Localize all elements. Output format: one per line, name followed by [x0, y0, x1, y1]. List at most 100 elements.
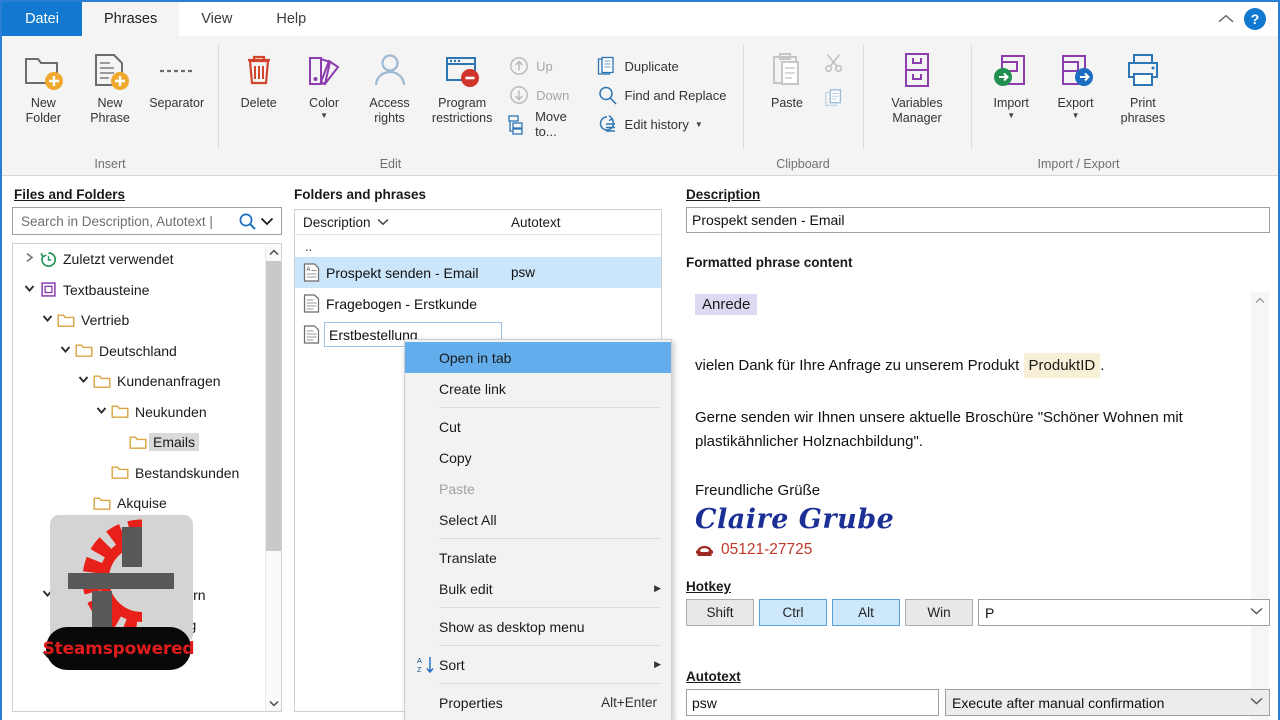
trash-icon — [237, 46, 281, 94]
separator-button[interactable]: Separator — [143, 42, 210, 115]
telephone-icon — [695, 542, 714, 558]
column-header-description[interactable]: Description — [295, 215, 503, 230]
chevron-down-icon[interactable] — [75, 375, 91, 387]
tree-item-textbausteine[interactable]: Textbausteine — [13, 275, 265, 306]
parent-folder-row[interactable]: .. — [295, 235, 661, 257]
tree-scrollbar-thumb[interactable] — [266, 261, 281, 551]
chevron-down-icon[interactable] — [57, 345, 73, 357]
chevron-down-icon[interactable] — [93, 406, 109, 418]
cut-button[interactable] — [817, 48, 851, 78]
chevron-down-icon[interactable] — [1250, 697, 1263, 708]
new-folder-button[interactable]: New Folder — [10, 42, 77, 130]
tree-item-emails[interactable]: Emails — [13, 427, 265, 458]
hotkey-win-toggle[interactable]: Win — [905, 599, 973, 626]
menu-item-copy[interactable]: Copy — [405, 442, 671, 473]
variable-token-anrede[interactable]: Anrede — [695, 294, 758, 315]
help-question-icon[interactable]: ? — [1244, 8, 1266, 30]
autotext-mode-select[interactable]: Execute after manual confirmation — [945, 689, 1270, 716]
chevron-down-icon[interactable]: ▼ — [1072, 111, 1080, 120]
menu-item-create-link[interactable]: Create link — [405, 373, 671, 404]
tree-item-zuletzt-verwendet[interactable]: Zuletzt verwendet — [13, 244, 265, 275]
scroll-down-icon[interactable] — [266, 695, 281, 711]
hotkey-shift-toggle[interactable]: Shift — [686, 599, 754, 626]
chevron-down-icon[interactable] — [1250, 607, 1263, 618]
menu-item-show-as-desktop-menu[interactable]: Show as desktop menu — [405, 611, 671, 642]
scroll-up-icon[interactable] — [1251, 292, 1269, 308]
chevron-down-icon[interactable]: ▼ — [695, 120, 703, 129]
edit-history-button[interactable]: Edit history ▼ — [591, 110, 735, 138]
table-row[interactable]: A Prospekt senden - Email psw — [295, 257, 661, 288]
folder-icon — [127, 435, 149, 450]
access-rights-button[interactable]: Access rights — [357, 42, 422, 130]
menu-item-cut[interactable]: Cut — [405, 411, 671, 442]
chevron-down-icon[interactable]: ▼ — [1007, 111, 1015, 120]
content-scrollbar[interactable] — [1251, 292, 1269, 720]
phrase-list-header: Description Autotext — [295, 210, 661, 235]
tree-item-neukunden[interactable]: Neukunden — [13, 397, 265, 428]
tree-scrollbar[interactable] — [265, 244, 281, 711]
chevron-down-icon[interactable]: ▼ — [320, 111, 328, 120]
arrow-down-circle-icon — [508, 84, 530, 106]
description-label-text: Description — [686, 187, 761, 202]
context-menu[interactable]: Open in tab Create link Cut Copy Paste S… — [404, 339, 672, 720]
program-restrictions-button[interactable]: Program restrictions — [422, 42, 502, 130]
color-button[interactable]: Color ▼ — [291, 42, 356, 124]
up-button[interactable]: Up — [502, 52, 590, 80]
tab-help[interactable]: Help — [254, 2, 329, 36]
folder-icon — [91, 374, 113, 389]
tree-item-akquise[interactable]: Akquise — [13, 488, 265, 519]
variables-manager-button[interactable]: Variables Manager — [871, 42, 963, 130]
export-button[interactable]: Export ▼ — [1043, 42, 1107, 124]
menu-item-translate[interactable]: Translate — [405, 542, 671, 573]
hotkey-key-select[interactable]: P — [978, 599, 1270, 626]
print-phrases-button[interactable]: Print phrases — [1108, 42, 1178, 130]
tree-item-deutschland[interactable]: Deutschland — [13, 336, 265, 367]
copy-button[interactable] — [817, 84, 851, 114]
scroll-up-icon[interactable] — [266, 244, 281, 260]
move-to-button[interactable]: Move to... — [502, 109, 590, 139]
down-button[interactable]: Down — [502, 81, 590, 109]
tree-item-bestandskunden[interactable]: Bestandskunden — [13, 458, 265, 489]
tab-datei[interactable]: Datei — [2, 2, 82, 36]
move-to-label: Move to... — [535, 109, 567, 139]
chevron-down-icon[interactable] — [257, 216, 277, 227]
table-row[interactable]: Fragebogen - Erstkunde — [295, 288, 661, 319]
chevron-down-icon[interactable] — [21, 284, 37, 296]
description-input[interactable]: Prospekt senden - Email — [686, 207, 1270, 233]
tree-item-vertrieb[interactable]: Vertrieb — [13, 305, 265, 336]
paste-button[interactable]: Paste — [757, 42, 817, 115]
tab-view[interactable]: View — [179, 2, 255, 36]
formatted-phrase-editor[interactable]: Anrede vielen Dank für Ihre Anfrage zu u… — [686, 283, 1270, 720]
row-description-label: Prospekt senden - Email — [326, 264, 479, 281]
search-input[interactable]: Search in Description, Autotext | — [12, 207, 282, 235]
menu-item-open-in-tab[interactable]: Open in tab — [405, 342, 671, 373]
ribbon-group-clipboard-title: Clipboard — [776, 157, 830, 171]
chevron-up-icon[interactable] — [1218, 11, 1234, 27]
import-button[interactable]: Import ▼ — [979, 42, 1043, 124]
hotkey-alt-toggle[interactable]: Alt — [832, 599, 900, 626]
find-replace-button[interactable]: Find and Replace — [591, 81, 735, 109]
new-phrase-button[interactable]: New Phrase — [77, 42, 144, 130]
delete-button[interactable]: Delete — [226, 42, 291, 115]
duplicate-button[interactable]: Duplicate — [591, 52, 735, 80]
import-icon — [989, 46, 1033, 94]
red-gear-icon — [68, 519, 174, 639]
program-restrictions-icon — [440, 46, 484, 94]
menu-item-sort[interactable]: A Z Sort ▶ — [405, 649, 671, 680]
ribbon-group-insert: New Folder New Phrase Separator Insert — [2, 36, 218, 175]
variable-token-produktid[interactable]: ProduktID — [1023, 353, 1101, 379]
menu-item-select-all[interactable]: Select All — [405, 504, 671, 535]
hotkey-ctrl-toggle[interactable]: Ctrl — [759, 599, 827, 626]
menu-item-properties[interactable]: Properties Alt+Enter — [405, 687, 671, 718]
menu-item-bulk-edit[interactable]: Bulk edit ▶ — [405, 573, 671, 604]
magnifier-icon[interactable] — [238, 212, 257, 231]
chevron-right-icon[interactable] — [21, 252, 37, 266]
autotext-section: Autotext psw Execute after manual confir… — [686, 669, 1270, 716]
svg-text:Z: Z — [417, 665, 422, 674]
autotext-input[interactable]: psw — [686, 689, 939, 716]
chevron-down-icon[interactable] — [377, 218, 389, 226]
column-header-autotext[interactable]: Autotext — [503, 215, 561, 230]
tree-item-kundenanfragen[interactable]: Kundenanfragen — [13, 366, 265, 397]
tab-phrases[interactable]: Phrases — [82, 2, 180, 36]
chevron-down-icon[interactable] — [39, 314, 55, 326]
